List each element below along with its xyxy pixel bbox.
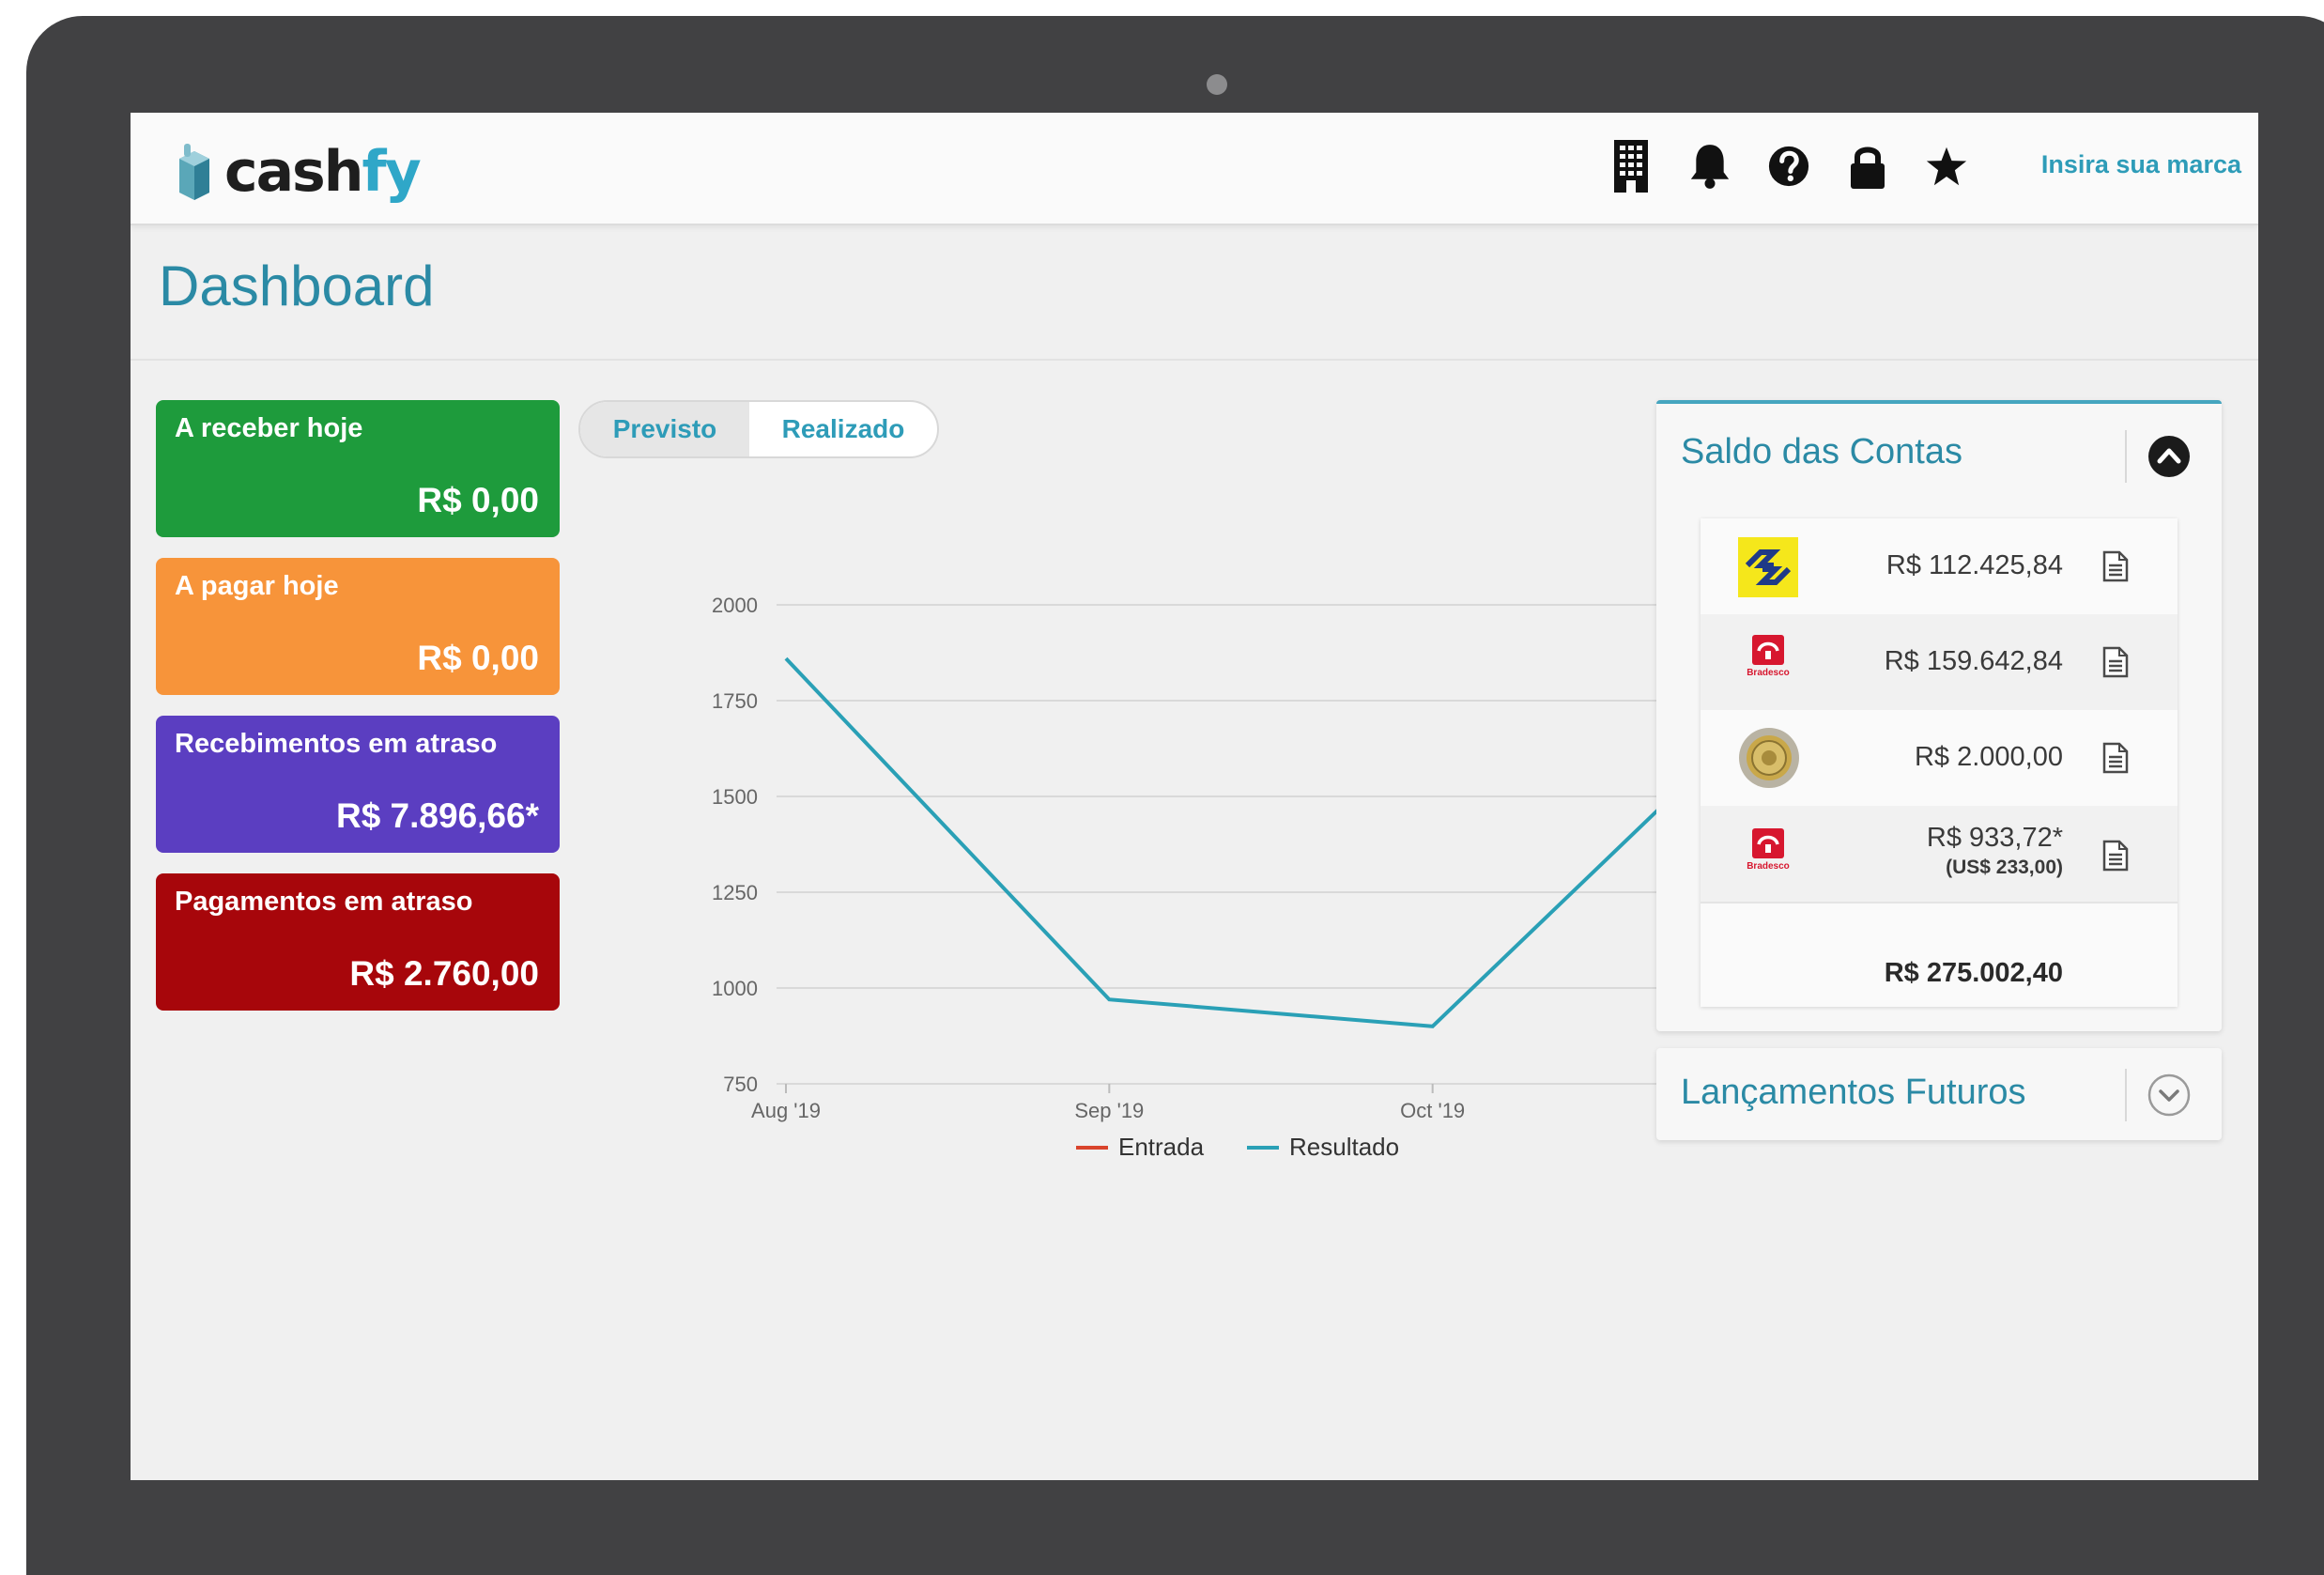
account-row[interactable]: Bradesco R$ 933,72* (US$ 233,00) [1701,806,2178,903]
top-icons [1610,133,1967,199]
expand-icon[interactable] [2147,1073,2192,1118]
account-amount: R$ 933,72* [1927,823,2063,854]
title-divider [131,359,2258,361]
card-label: A receber hoje [175,413,362,444]
collapse-icon[interactable] [2147,434,2192,479]
y-tick-label: 1500 [712,785,758,809]
document-icon[interactable] [2102,646,2129,678]
document-icon[interactable] [2102,550,2129,582]
x-tick-label: Sep '19 [1074,1099,1144,1122]
y-tick-label: 1000 [712,977,758,1000]
y-tick-label: 750 [723,1073,758,1096]
series-line-resultado [786,658,1756,1027]
card-label: A pagar hoje [175,571,339,602]
bradesco-logo-icon [1752,828,1784,858]
x-tick-label: Aug '19 [751,1099,821,1122]
page-title: Dashboard [159,254,435,318]
toggle-previsto[interactable]: Previsto [580,402,749,456]
card-receivable-today[interactable]: A receber hoje R$ 0,00 [156,400,560,537]
card-label: Pagamentos em atraso [175,887,473,918]
camera [1207,74,1227,95]
logo-text-cash: cash [224,139,362,205]
building-icon[interactable] [1610,133,1652,199]
card-value: R$ 7.896,66* [336,796,539,836]
account-amount: R$ 2.000,00 [1915,742,2063,773]
cashflow-line-chart: 2000 1750 1500 1250 1000 750 Aug '19 Sep '19 Oct… [562,460,1783,1183]
card-value: R$ 2.760,00 [349,954,539,994]
view-toggle: Previsto Realizado [578,400,939,458]
coin-icon [1738,727,1800,789]
app-screen: cashfy [131,113,2258,1480]
document-icon[interactable] [2102,840,2129,872]
lock-icon[interactable] [1847,133,1888,199]
account-row[interactable]: R$ 112.425,84 [1701,518,2178,616]
account-amount: R$ 159.642,84 [1885,646,2063,677]
y-tick-label: 1750 [712,689,758,713]
panel-separator [2125,1069,2127,1121]
bradesco-logo: Bradesco [1738,828,1798,872]
bradesco-label: Bradesco [1738,668,1798,678]
banco-do-brasil-logo-icon [1738,537,1798,597]
card-value: R$ 0,00 [417,639,539,678]
toggle-realizado[interactable]: Realizado [749,402,937,456]
account-row[interactable]: R$ 2.000,00 [1701,710,2178,808]
accounts-total: R$ 275.002,40 [1885,958,2063,989]
brand-link[interactable]: Insira sua marca [2041,141,2241,188]
bradesco-logo-icon [1752,635,1784,665]
card-overdue-receipts[interactable]: Recebimentos em atraso R$ 7.896,66* [156,716,560,853]
x-tick-label: Oct '19 [1400,1099,1465,1122]
card-payable-today[interactable]: A pagar hoje R$ 0,00 [156,558,560,695]
logo-text-fy: fy [362,139,419,205]
logo[interactable]: cashfy [176,139,420,205]
document-icon[interactable] [2102,742,2129,774]
legend-label: Resultado [1289,1133,1399,1161]
accounts-list: R$ 112.425,84 Bradesco [1701,518,2178,1007]
logo-wordmark: cashfy [224,139,420,205]
bradesco-label: Bradesco [1738,861,1798,872]
card-value: R$ 0,00 [417,481,539,520]
account-amount: R$ 112.425,84 [1886,550,2063,581]
cashfy-logo-icon [176,144,213,200]
account-amount-usd: (US$ 233,00) [1946,857,2063,879]
future-entries-panel[interactable]: Lançamentos Futuros [1656,1048,2222,1140]
y-tick-label: 1250 [712,881,758,904]
help-icon[interactable] [1768,133,1809,199]
star-icon[interactable] [1926,133,1967,199]
card-label: Recebimentos em atraso [175,729,497,760]
accounts-panel: Saldo das Contas R$ 112.425,84 [1656,400,2222,1031]
card-overdue-payments[interactable]: Pagamentos em atraso R$ 2.760,00 [156,873,560,1011]
account-row[interactable]: Bradesco R$ 159.642,84 [1701,614,2178,712]
accounts-panel-title: Saldo das Contas [1681,432,1962,472]
y-tick-label: 2000 [712,594,758,617]
bell-icon[interactable] [1689,133,1731,199]
future-panel-title: Lançamentos Futuros [1681,1073,2026,1113]
panel-separator [2125,430,2127,483]
bradesco-logo: Bradesco [1738,635,1798,678]
top-bar: cashfy [131,113,2258,225]
legend-label: Entrada [1118,1133,1205,1161]
